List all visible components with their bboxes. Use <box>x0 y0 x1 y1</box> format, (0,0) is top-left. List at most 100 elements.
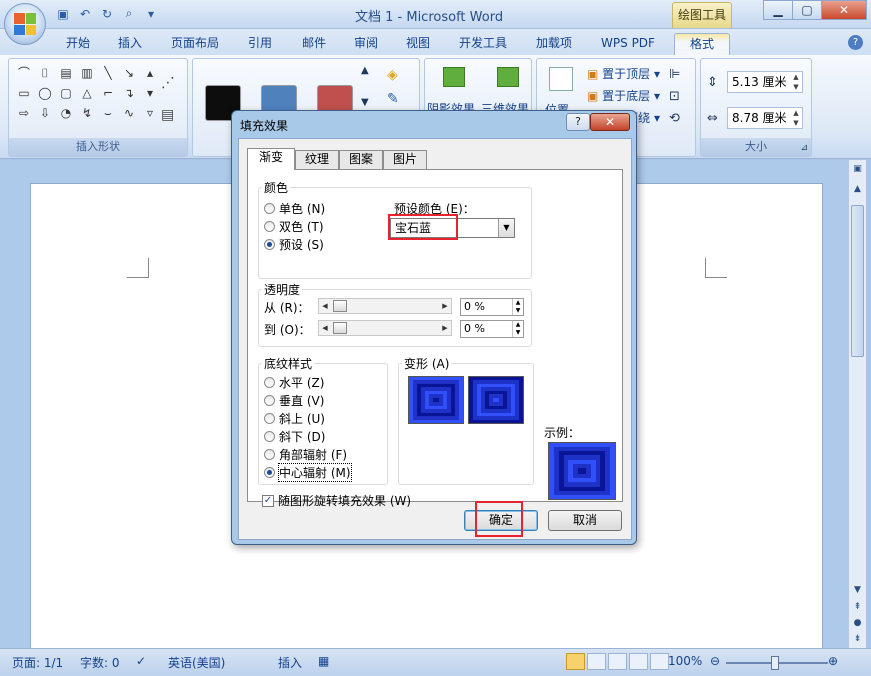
edit-shape-icon[interactable]: ⋰ <box>161 75 175 91</box>
from-value-field[interactable]: 0 % ▲ ▼ <box>460 298 524 316</box>
vertical-scrollbar[interactable]: ▣ ▲ ▼ ⇞ ● ⇟ <box>848 160 866 648</box>
save-icon[interactable]: ▣ <box>54 5 72 22</box>
to-slider[interactable]: ◀ ▶ <box>318 320 452 336</box>
rotate-icon[interactable]: ⟲ <box>669 111 680 126</box>
tab-wps-pdf[interactable]: WPS PDF <box>592 33 664 55</box>
status-page[interactable]: 页面: 1/1 <box>12 654 63 671</box>
tab-page-layout[interactable]: 页面布局 <box>162 33 228 55</box>
redo-icon[interactable]: ↻ <box>98 5 116 22</box>
tab-gradient[interactable]: 渐变 <box>247 148 295 170</box>
customize-qat-icon[interactable]: ▾ <box>142 5 160 22</box>
prev-page-icon[interactable]: ⇞ <box>851 600 864 614</box>
outline-pen-icon[interactable]: ✎ <box>387 91 399 107</box>
tab-developer[interactable]: 开发工具 <box>450 33 516 55</box>
send-to-back-button[interactable]: ▣ 置于底层 ▾ <box>587 87 660 104</box>
outline-view-icon[interactable] <box>629 653 648 670</box>
tab-insert[interactable]: 插入 <box>108 33 152 55</box>
radio-from-center[interactable]: 中心辐射 (M) <box>264 463 352 482</box>
radio-horizontal[interactable]: 水平 (Z) <box>264 374 324 391</box>
from-slider[interactable]: ◀ ▶ <box>318 298 452 314</box>
scroll-up-icon[interactable]: ▲ <box>851 182 864 196</box>
zoom-in-icon[interactable]: ⊕ <box>828 654 838 668</box>
print-preview-icon[interactable]: ⌕ <box>120 5 138 22</box>
dialog-help-button[interactable]: ? <box>566 113 590 131</box>
align-icon[interactable]: ⊫ <box>669 67 680 82</box>
context-tool-label: 绘图工具 <box>672 2 732 28</box>
title-bar: ▣ ↶ ↻ ⌕ ▾ 文档 1 - Microsoft Word 绘图工具 ▁ ▢… <box>0 0 871 29</box>
tab-texture[interactable]: 纹理 <box>295 150 339 169</box>
fill-bucket-icon[interactable]: ◈ <box>387 67 398 83</box>
tab-picture[interactable]: 图片 <box>383 150 427 169</box>
reading-view-icon[interactable] <box>587 653 606 670</box>
print-layout-view-icon[interactable] <box>566 653 585 670</box>
more-shapes-icon: ▴ <box>146 66 154 80</box>
scroll-thumb[interactable] <box>851 205 864 357</box>
gallery-down-icon[interactable]: ▼ <box>361 97 369 108</box>
radio-preset[interactable]: 预设 (S) <box>264 236 324 253</box>
minimize-button[interactable]: ▁ <box>763 0 793 20</box>
three-d-effect-icon[interactable] <box>497 67 519 87</box>
margin-corner-tl <box>127 258 149 278</box>
tab-format[interactable]: 格式 <box>674 33 730 55</box>
draft-view-icon[interactable] <box>650 653 669 670</box>
shape-height-field[interactable]: 5.13 厘米 ▲ ▼ <box>727 71 803 93</box>
width-spinner[interactable]: ▲ ▼ <box>790 108 802 128</box>
office-logo-icon <box>14 13 36 35</box>
group-label-size: 大小 <box>701 138 811 156</box>
macro-record-icon[interactable]: ▦ <box>318 654 329 668</box>
down-arrow-icon: ⇩ <box>39 106 51 120</box>
height-spinner[interactable]: ▲ ▼ <box>790 72 802 92</box>
preset-dropdown-icon[interactable]: ▼ <box>498 219 514 237</box>
radio-from-corner[interactable]: 角部辐射 (F) <box>264 446 347 463</box>
shadow-effect-icon[interactable] <box>443 67 465 87</box>
proofing-icon[interactable]: ✓ <box>136 654 146 668</box>
radio-diagonal-down[interactable]: 斜下 (D) <box>264 428 325 445</box>
to-slider-right-icon: ▶ <box>442 324 448 332</box>
next-page-icon[interactable]: ⇟ <box>851 632 864 646</box>
group-icon[interactable]: ⊡ <box>669 89 680 104</box>
add-text-icon[interactable]: ▤ <box>161 107 174 123</box>
radio-vertical[interactable]: 垂直 (V) <box>264 392 324 409</box>
tab-mailings[interactable]: 邮件 <box>292 33 336 55</box>
scroll-down-icon[interactable]: ▼ <box>851 583 864 597</box>
radio-diagonal-up[interactable]: 斜上 (U) <box>264 410 325 427</box>
tab-review[interactable]: 审阅 <box>344 33 388 55</box>
close-button[interactable]: ✕ <box>821 0 867 20</box>
to-value-field[interactable]: 0 % ▲ ▼ <box>460 320 524 338</box>
help-icon[interactable]: ? <box>848 35 863 50</box>
to-slider-thumb[interactable] <box>333 322 347 334</box>
dialog-title: 填充效果 <box>240 119 289 133</box>
maximize-button[interactable]: ▢ <box>792 0 822 20</box>
shape-width-field[interactable]: 8.78 厘米 ▲ ▼ <box>727 107 803 129</box>
status-language[interactable]: 英语(美国) <box>168 654 225 671</box>
variant-2-swatch[interactable] <box>468 376 524 424</box>
web-view-icon[interactable] <box>608 653 627 670</box>
gallery-up-icon[interactable]: ▲ <box>361 65 369 76</box>
dialog-close-button[interactable]: ✕ <box>590 113 630 131</box>
tab-references[interactable]: 引用 <box>238 33 282 55</box>
radio-one-color[interactable]: 单色 (N) <box>264 200 325 217</box>
status-mode[interactable]: 插入 <box>278 654 302 671</box>
position-icon[interactable] <box>549 67 573 91</box>
undo-icon[interactable]: ↶ <box>76 5 94 22</box>
shapes-gallery[interactable]: ⌒ ⌷ ▤ ▥ ╲ ↘ ▴ ▭ ◯ ▢ △ ⌐ ↴ ▾ ⇨ ⇩ ◔ ↯ ⌣ ∿ ▿ <box>15 65 159 122</box>
office-button[interactable] <box>4 3 46 45</box>
ruler-toggle-icon[interactable]: ▣ <box>851 162 864 176</box>
cancel-button[interactable]: 取消 <box>548 510 622 531</box>
tab-addins[interactable]: 加载项 <box>526 33 582 55</box>
bring-to-front-button[interactable]: ▣ 置于顶层 ▾ <box>587 65 660 82</box>
tab-pattern[interactable]: 图案 <box>339 150 383 169</box>
status-words[interactable]: 字数: 0 <box>80 654 120 671</box>
rotate-with-shape-checkbox[interactable]: ✓ 随图形旋转填充效果 (W) <box>262 492 411 509</box>
tab-view[interactable]: 视图 <box>396 33 440 55</box>
size-dialog-launcher-icon[interactable]: ⊿ <box>800 143 808 153</box>
zoom-slider-knob[interactable] <box>771 656 779 670</box>
from-slider-thumb[interactable] <box>333 300 347 312</box>
variant-1-swatch[interactable] <box>408 376 464 424</box>
transparency-legend: 透明度 <box>262 281 303 298</box>
zoom-out-icon[interactable]: ⊖ <box>710 654 720 668</box>
radio-two-colors[interactable]: 双色 (T) <box>264 218 324 235</box>
tab-home[interactable]: 开始 <box>56 33 100 55</box>
zoom-level[interactable]: 100% <box>668 654 702 668</box>
browse-object-icon[interactable]: ● <box>851 616 864 630</box>
